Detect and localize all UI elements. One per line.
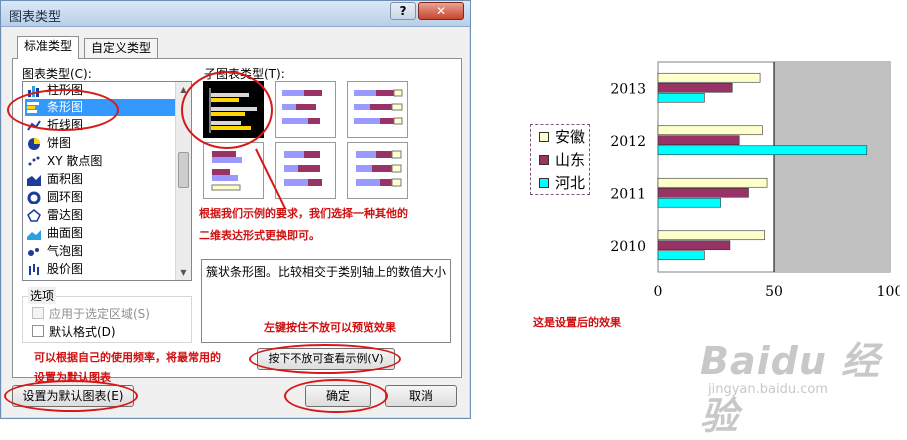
bubble-chart-icon [28, 248, 39, 256]
bar-2012-2 [657, 145, 868, 156]
subtype-stacked-bar[interactable] [275, 81, 336, 138]
apply-selection-checkbox[interactable] [32, 307, 44, 319]
list-item-label: XY 散点图 [47, 154, 103, 168]
cancel-button[interactable]: 取消 [385, 385, 457, 407]
3d-stacked-bar-thumbnail [284, 151, 322, 186]
subtype-note-1: 根据我们示例的要求，我们选择一种其他的 [199, 207, 408, 220]
preview-note: 左键按住不放可以预览效果 [264, 321, 396, 334]
list-item-label: 曲面图 [47, 226, 84, 240]
title-bar[interactable]: 图表类型 ? ✕ [1, 1, 470, 27]
apply-selection-label: 应用于选定区域(S) [49, 307, 150, 321]
doughnut-chart-icon [27, 191, 41, 204]
surface-chart-icon [27, 230, 41, 240]
list-item-label: 圆环图 [47, 190, 84, 204]
chart-type-label: 图表类型(C): [22, 67, 92, 81]
list-item-surface[interactable]: 曲面图 [25, 225, 177, 242]
subtype-note-2: 二维表达形式更换即可。 [199, 229, 320, 242]
legend-swatch-hebei [539, 178, 549, 188]
list-item-bubble[interactable]: 气泡图 [25, 243, 177, 260]
legend-label-shandong: 山东 [555, 151, 586, 169]
bar-2011-1 [657, 187, 749, 198]
bar-2011-2 [657, 197, 721, 208]
highlight-subtype [181, 71, 273, 149]
highlight-ok-button [284, 379, 388, 413]
list-item-label: 饼图 [47, 136, 72, 150]
y-tick-label-2011: 2011 [610, 186, 646, 202]
dialog-title: 图表类型 [9, 10, 62, 25]
default-format-label: 默认格式(D) [49, 325, 116, 339]
percent-bar-thumbnail [354, 89, 403, 125]
bar-2012-0 [657, 125, 763, 136]
x-tick-label-50: 50 [765, 284, 783, 300]
x-tick-label-100: 100 [877, 284, 900, 300]
tab-standard-types[interactable]: 标准类型 [17, 36, 80, 59]
area-chart-icon [27, 175, 41, 186]
baidu-watermark-url: jingyan.baidu.com [708, 382, 828, 397]
close-button[interactable]: ✕ [418, 2, 464, 20]
default-format-checkbox[interactable] [32, 325, 44, 337]
bar-2010-0 [657, 230, 766, 241]
pie-chart-icon [28, 138, 40, 150]
list-item-scatter[interactable]: XY 散点图 [25, 153, 177, 170]
list-item-radar[interactable]: 雷达图 [25, 207, 177, 224]
highlight-bar-type [7, 89, 119, 131]
subtype-3d-percent-bar[interactable] [347, 142, 408, 199]
3d-clustered-bar-thumbnail [211, 151, 242, 191]
list-item-label: 气泡图 [47, 244, 84, 258]
chart-legend: 安徽 山东 河北 [530, 124, 590, 195]
list-item-label: 面积图 [47, 172, 84, 186]
stock-chart-icon [29, 264, 39, 275]
legend-label-hebei: 河北 [555, 174, 586, 192]
bar-2011-0 [657, 177, 768, 188]
y-tick-label-2012: 2012 [610, 134, 646, 150]
scatter-chart-icon [28, 156, 40, 166]
bar-2012-1 [657, 135, 740, 146]
list-item-area[interactable]: 面积图 [25, 171, 177, 188]
3d-percent-bar-thumbnail [356, 150, 402, 187]
plot-shaded-region [774, 62, 890, 272]
scroll-down-icon[interactable]: ▼ [176, 265, 191, 280]
list-item-stock[interactable]: 股价图 [25, 261, 177, 278]
bar-2010-1 [657, 240, 731, 251]
options-label: 选项 [28, 287, 57, 304]
list-item-pie[interactable]: 饼图 [25, 135, 177, 152]
subtype-percent-bar[interactable] [347, 81, 408, 138]
list-item-doughnut[interactable]: 圆环图 [25, 189, 177, 206]
list-item-label: 雷达图 [47, 208, 84, 222]
bar-2013-2 [657, 92, 705, 103]
y-tick-label-2013: 2013 [610, 81, 646, 97]
chart-type-dialog: 图表类型 ? ✕ 标准类型 自定义类型 图表类型(C): 子图表类型(T): 柱… [0, 0, 471, 419]
radar-chart-icon [27, 209, 41, 222]
legend-label-anhui: 安徽 [555, 128, 586, 146]
scroll-thumb[interactable] [178, 152, 189, 188]
highlight-preview-button [249, 344, 401, 374]
default-note-1: 可以根据自己的使用频率，将最常用的 [34, 351, 221, 364]
tab-custom-types[interactable]: 自定义类型 [84, 38, 159, 59]
bar-2013-0 [657, 72, 761, 83]
legend-swatch-shandong [539, 155, 549, 165]
highlight-set-default-button [4, 380, 138, 412]
help-button[interactable]: ? [390, 2, 416, 20]
bar-2013-1 [657, 82, 733, 93]
stacked-bar-thumbnail [282, 90, 322, 124]
bar-2010-2 [657, 250, 705, 261]
subtype-3d-stacked-bar[interactable] [275, 142, 336, 199]
list-item-label: 股价图 [47, 262, 84, 276]
y-tick-label-2010: 2010 [610, 239, 646, 255]
x-tick-label-0: 0 [654, 284, 663, 300]
legend-swatch-anhui [539, 132, 549, 142]
description-text: 簇状条形图。比较相交于类别轴上的数值大小 [206, 265, 447, 279]
result-caption: 这是设置后的效果 [533, 316, 621, 329]
